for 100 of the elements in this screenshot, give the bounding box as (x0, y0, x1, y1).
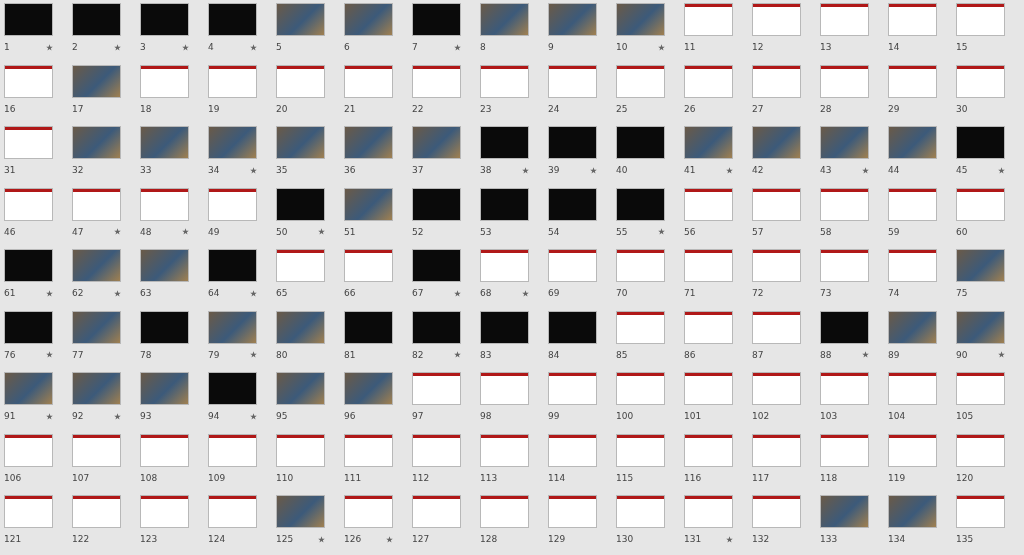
slide-thumbnail[interactable] (684, 126, 733, 159)
slide-thumbnail[interactable] (956, 372, 1005, 405)
slide-thumbnail[interactable] (888, 433, 937, 467)
slide-thumbnail[interactable] (888, 372, 937, 405)
slide-thumbnail[interactable] (72, 495, 121, 528)
slide-thumbnail[interactable] (412, 3, 461, 36)
slide-thumbnail[interactable] (276, 126, 325, 159)
slide-thumbnail[interactable] (616, 249, 665, 282)
slide-thumbnail[interactable] (276, 372, 325, 405)
slide-thumbnail[interactable] (548, 249, 597, 282)
slide-thumbnail[interactable] (276, 310, 325, 344)
slide-thumbnail[interactable] (888, 249, 937, 282)
slide-thumbnail[interactable] (820, 187, 869, 221)
slide-thumbnail[interactable] (684, 3, 733, 36)
slide-thumbnail[interactable] (412, 64, 461, 98)
slide-thumbnail[interactable] (888, 187, 937, 221)
slide-thumbnail[interactable] (72, 126, 121, 159)
slide-thumbnail[interactable] (4, 64, 53, 98)
slide-thumbnail[interactable] (4, 3, 53, 36)
slide-thumbnail[interactable] (72, 433, 121, 467)
slide-thumbnail[interactable] (140, 126, 189, 159)
slide-thumbnail[interactable] (72, 372, 121, 405)
slide-thumbnail[interactable] (752, 310, 801, 344)
slide-thumbnail[interactable] (208, 64, 257, 98)
slide-thumbnail[interactable] (752, 187, 801, 221)
slide-thumbnail[interactable] (820, 126, 869, 159)
slide-thumbnail[interactable] (820, 64, 869, 98)
slide-thumbnail[interactable] (480, 310, 529, 344)
slide-thumbnail[interactable] (548, 310, 597, 344)
slide-thumbnail[interactable] (480, 495, 529, 528)
slide-thumbnail[interactable] (956, 187, 1005, 221)
slide-thumbnail[interactable] (140, 3, 189, 36)
slide-thumbnail[interactable] (276, 64, 325, 98)
slide-thumbnail[interactable] (480, 249, 529, 282)
slide-thumbnail[interactable] (684, 433, 733, 467)
slide-thumbnail[interactable] (888, 126, 937, 159)
slide-thumbnail[interactable] (4, 126, 53, 159)
slide-thumbnail[interactable] (752, 3, 801, 36)
slide-thumbnail[interactable] (956, 310, 1005, 344)
slide-thumbnail[interactable] (208, 433, 257, 467)
slide-thumbnail[interactable] (140, 495, 189, 528)
slide-thumbnail[interactable] (4, 310, 53, 344)
slide-thumbnail[interactable] (4, 249, 53, 282)
slide-thumbnail[interactable] (344, 372, 393, 405)
slide-thumbnail[interactable] (820, 3, 869, 36)
slide-thumbnail[interactable] (820, 372, 869, 405)
slide-thumbnail[interactable] (480, 372, 529, 405)
slide-thumbnail[interactable] (344, 433, 393, 467)
slide-thumbnail[interactable] (548, 372, 597, 405)
slide-thumbnail[interactable] (684, 310, 733, 344)
slide-thumbnail[interactable] (820, 249, 869, 282)
slide-thumbnail[interactable] (72, 310, 121, 344)
slide-thumbnail[interactable] (956, 249, 1005, 282)
slide-thumbnail[interactable] (208, 249, 257, 282)
slide-thumbnail[interactable] (412, 187, 461, 221)
slide-thumbnail[interactable] (820, 495, 869, 528)
slide-thumbnail[interactable] (616, 372, 665, 405)
slide-thumbnail[interactable] (72, 249, 121, 282)
slide-thumbnail[interactable] (276, 249, 325, 282)
slide-thumbnail[interactable] (548, 64, 597, 98)
slide-thumbnail[interactable] (752, 372, 801, 405)
slide-thumbnail[interactable] (208, 495, 257, 528)
slide-thumbnail[interactable] (344, 495, 393, 528)
slide-thumbnail[interactable] (4, 495, 53, 528)
slide-thumbnail[interactable] (412, 249, 461, 282)
slide-thumbnail[interactable] (208, 310, 257, 344)
slide-thumbnail[interactable] (684, 249, 733, 282)
slide-thumbnail[interactable] (480, 3, 529, 36)
slide-thumbnail[interactable] (616, 310, 665, 344)
slide-thumbnail[interactable] (208, 187, 257, 221)
slide-thumbnail[interactable] (344, 3, 393, 36)
slide-thumbnail[interactable] (208, 126, 257, 159)
slide-thumbnail[interactable] (684, 372, 733, 405)
slide-thumbnail[interactable] (820, 433, 869, 467)
slide-thumbnail[interactable] (140, 249, 189, 282)
slide-thumbnail[interactable] (752, 433, 801, 467)
slide-thumbnail[interactable] (548, 495, 597, 528)
slide-thumbnail[interactable] (4, 433, 53, 467)
slide-thumbnail[interactable] (888, 495, 937, 528)
slide-thumbnail[interactable] (140, 187, 189, 221)
slide-thumbnail[interactable] (752, 64, 801, 98)
slide-thumbnail[interactable] (276, 495, 325, 528)
slide-thumbnail[interactable] (140, 64, 189, 98)
slide-thumbnail[interactable] (956, 64, 1005, 98)
slide-thumbnail[interactable] (344, 126, 393, 159)
slide-thumbnail[interactable] (548, 433, 597, 467)
slide-thumbnail[interactable] (344, 249, 393, 282)
slide-thumbnail[interactable] (956, 433, 1005, 467)
slide-thumbnail[interactable] (480, 187, 529, 221)
slide-thumbnail[interactable] (208, 3, 257, 36)
slide-thumbnail[interactable] (752, 495, 801, 528)
slide-thumbnail[interactable] (208, 372, 257, 405)
slide-thumbnail[interactable] (276, 187, 325, 221)
slide-thumbnail[interactable] (888, 64, 937, 98)
slide-thumbnail[interactable] (344, 64, 393, 98)
slide-thumbnail[interactable] (72, 3, 121, 36)
slide-thumbnail[interactable] (820, 310, 869, 344)
slide-thumbnail[interactable] (4, 372, 53, 405)
slide-thumbnail[interactable] (684, 187, 733, 221)
slide-thumbnail[interactable] (412, 495, 461, 528)
